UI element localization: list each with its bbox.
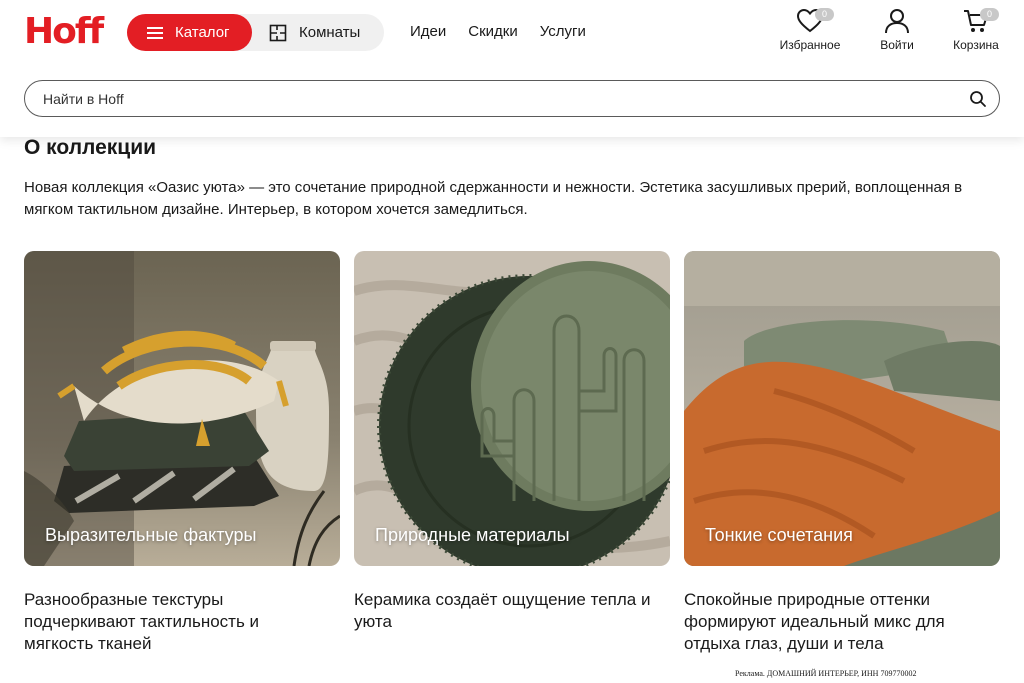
card-description: Керамика создаёт ощущение тепла и уюта — [354, 590, 651, 631]
login-button[interactable]: Войти — [872, 8, 922, 52]
section-description: Новая коллекция «Оазис уюта» — это сочет… — [24, 179, 963, 218]
catalog-button[interactable]: Каталог — [127, 14, 252, 51]
login-label: Войти — [880, 38, 914, 52]
cart-count-badge: 0 — [980, 8, 999, 21]
card-description: Спокойные природные оттенки формируют ид… — [684, 590, 945, 653]
ceramic-plate-photo — [354, 251, 670, 566]
collection-card-textures[interactable]: Выразительные фактуры — [24, 251, 340, 566]
ad-disclaimer: Реклама. ДОМАШНИЙ ИНТЕРЬЕР, ИНН 70977000… — [735, 669, 917, 678]
search-bar — [24, 80, 1000, 117]
site-header: Hoff Каталог Комнаты Идеи Скидки Услуги … — [0, 0, 1024, 137]
user-icon — [885, 9, 909, 34]
floor-plan-icon — [269, 24, 287, 41]
search-input[interactable] — [43, 90, 943, 107]
bedding-photo — [684, 251, 1000, 566]
search-icon[interactable] — [969, 90, 987, 108]
menu-icon — [147, 26, 163, 39]
cart-button[interactable]: 0 Корзина — [948, 8, 1004, 52]
section-title: О коллекции — [24, 136, 157, 159]
collection-card-combinations[interactable]: Тонкие сочетания — [684, 251, 1000, 566]
catalog-rooms-switch: Каталог Комнаты — [127, 14, 384, 51]
rooms-button[interactable]: Комнаты — [269, 14, 360, 51]
nav-services[interactable]: Услуги — [540, 22, 586, 42]
cart-label: Корзина — [953, 38, 999, 52]
favorites-count-badge: 0 — [815, 8, 834, 21]
pillows-photo — [24, 251, 340, 566]
favorites-button[interactable]: 0 Избранное — [776, 8, 844, 52]
card-description: Разнообразные текстуры подчеркивают такт… — [24, 590, 260, 653]
hoff-logo[interactable]: Hoff — [24, 12, 104, 52]
favorites-label: Избранное — [779, 38, 841, 52]
nav-ideas[interactable]: Идеи — [410, 22, 446, 42]
catalog-label: Каталог — [175, 24, 230, 41]
rooms-label: Комнаты — [299, 24, 361, 41]
main-nav: Идеи Скидки Услуги — [410, 22, 608, 42]
collection-card-materials[interactable]: Природные материалы — [354, 251, 670, 566]
card-title: Тонкие сочетания — [705, 525, 853, 545]
card-title: Природные материалы — [375, 525, 570, 545]
card-title: Выразительные фактуры — [45, 525, 257, 545]
nav-sales[interactable]: Скидки — [468, 22, 517, 42]
